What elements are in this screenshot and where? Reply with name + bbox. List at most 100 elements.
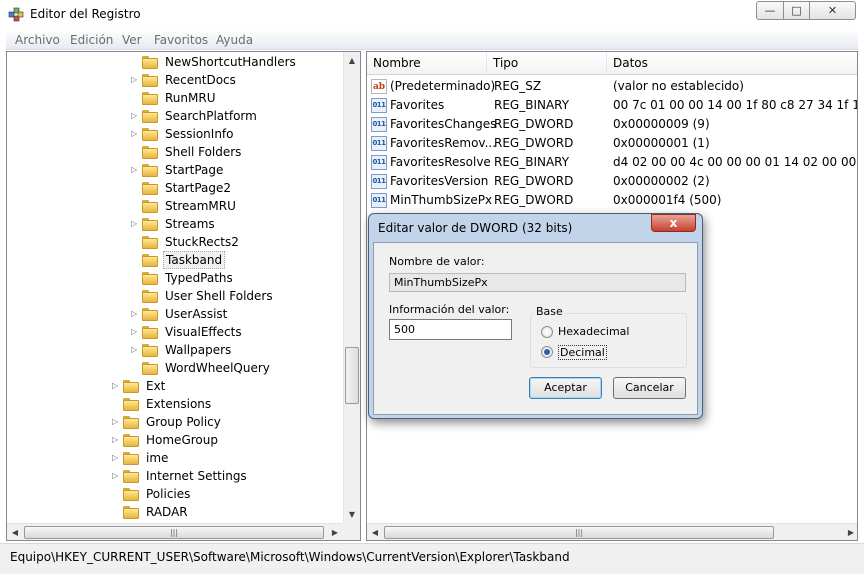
value-data: 00 7c 01 00 00 14 00 1f 80 c8 27 34 1f 1… <box>613 98 857 112</box>
expand-arrow-icon[interactable]: ▷ <box>131 341 141 359</box>
tree-item[interactable]: ▷ ime <box>112 449 332 467</box>
hexadecimal-radio-button[interactable] <box>541 326 553 338</box>
tree-horizontal-scrollbar[interactable]: ◀ ||| ▶ <box>7 523 343 540</box>
list-item[interactable]: 011 MinThumbSizePx REG_DWORD 0x000001f4 (50… <box>367 191 857 210</box>
menu-archivo[interactable]: Archivo <box>15 33 60 47</box>
expand-arrow-icon[interactable]: ▷ <box>112 377 122 395</box>
tree-item[interactable]: RunMRU <box>131 89 351 107</box>
column-header-nombre[interactable]: Nombre <box>367 52 487 75</box>
tree-item[interactable]: ▷ HomeGroup <box>112 431 332 449</box>
expand-arrow-icon[interactable]: ▷ <box>131 161 141 179</box>
menu-ayuda[interactable]: Ayuda <box>216 33 253 47</box>
expand-arrow-icon[interactable]: ▷ <box>131 215 141 233</box>
column-header-tipo[interactable]: Tipo <box>487 52 607 75</box>
tree-item[interactable]: ▷ Wallpapers <box>131 341 351 359</box>
tree-hscroll-thumb[interactable]: ||| <box>24 526 324 539</box>
tree-item[interactable]: ▷ RecentDocs <box>131 71 351 89</box>
accept-button[interactable]: Aceptar <box>529 377 602 399</box>
tree-item-label: TypedPaths <box>165 271 233 285</box>
list-horizontal-scrollbar[interactable]: ◀ ||| ▶ <box>367 523 857 540</box>
binary-value-icon: 011 <box>371 136 387 151</box>
folder-icon <box>123 398 139 411</box>
list-item[interactable]: 011 FavoritesRemov... REG_DWORD 0x00000001 … <box>367 134 857 153</box>
tree-scroll-thumb[interactable] <box>345 347 359 404</box>
value-data: 0x000001f4 (500) <box>613 193 722 207</box>
expand-arrow-icon[interactable]: ▷ <box>112 467 122 485</box>
tree-item[interactable]: Extensions <box>112 395 332 413</box>
scroll-right-arrow-icon[interactable]: ▶ <box>843 524 857 540</box>
value-name: FavoritesChanges <box>390 117 497 131</box>
tree-item[interactable]: Policies <box>112 485 332 503</box>
list-item[interactable]: 011 FavoritesChanges REG_DWORD 0x00000009 (… <box>367 115 857 134</box>
expand-arrow-icon[interactable]: ▷ <box>112 449 122 467</box>
expand-arrow-icon[interactable]: ▷ <box>131 107 141 125</box>
tree-item-label: UserAssist <box>165 307 228 321</box>
cancel-button[interactable]: Cancelar <box>613 377 686 399</box>
value-type: REG_DWORD <box>494 117 574 131</box>
list-hscroll-thumb[interactable]: ||| <box>384 526 774 539</box>
tree-item[interactable]: WordWheelQuery <box>131 359 351 377</box>
folder-icon <box>142 362 158 375</box>
scroll-up-arrow-icon[interactable]: ▲ <box>344 52 360 69</box>
list-item[interactable]: 011 FavoritesResolve REG_BINARY d4 02 00 00… <box>367 153 857 172</box>
value-data-input[interactable]: 500 <box>389 319 512 340</box>
tree-item-label: StreamMRU <box>165 199 236 213</box>
minimize-button[interactable]: — <box>756 1 784 20</box>
scroll-left-arrow-icon[interactable]: ◀ <box>367 524 383 540</box>
value-type: REG_SZ <box>494 79 542 93</box>
status-bar: Equipo\HKEY_CURRENT_USER\Software\Micros… <box>0 543 864 574</box>
tree-item-label: Streams <box>165 217 215 231</box>
column-header-datos[interactable]: Datos <box>607 52 857 75</box>
menu-bar: Archivo Edición Ver Favoritos Ayuda <box>6 31 858 50</box>
tree-item[interactable]: ▷ Ext <box>112 377 332 395</box>
scroll-left-arrow-icon[interactable]: ◀ <box>7 524 23 540</box>
menu-edicion[interactable]: Edición <box>70 33 113 47</box>
registry-tree[interactable]: NewShortcutHandlers ▷ RecentDocs RunMRU ▷ Sea… <box>6 51 361 541</box>
folder-icon <box>142 128 158 141</box>
list-item[interactable]: 011 Favorites REG_BINARY 00 7c 01 00 00 14 … <box>367 96 857 115</box>
expand-arrow-icon[interactable]: ▷ <box>131 305 141 323</box>
scroll-right-arrow-icon[interactable]: ▶ <box>327 524 343 540</box>
scroll-down-arrow-icon[interactable]: ▼ <box>344 506 360 523</box>
dialog-title: Editar valor de DWORD (32 bits) <box>378 221 573 235</box>
tree-item[interactable]: ▷ Streams <box>131 215 351 233</box>
expand-arrow-icon[interactable]: ▷ <box>131 71 141 89</box>
tree-item-selected[interactable]: Taskband <box>131 251 351 269</box>
tree-item-label: Ext <box>146 379 166 393</box>
list-item[interactable]: 011 FavoritesVersion REG_DWORD 0x00000002 (… <box>367 172 857 191</box>
tree-item[interactable]: Shell Folders <box>131 143 351 161</box>
tree-item[interactable]: ▷ SearchPlatform <box>131 107 351 125</box>
tree-item[interactable]: ▷ StartPage <box>131 161 351 179</box>
tree-item[interactable]: NewShortcutHandlers <box>131 53 351 71</box>
close-button[interactable]: ✕ <box>809 1 856 20</box>
tree-item[interactable]: ▷ VisualEffects <box>131 323 351 341</box>
tree-item[interactable]: StuckRects2 <box>131 233 351 251</box>
expand-arrow-icon[interactable]: ▷ <box>131 323 141 341</box>
tree-item[interactable]: TypedPaths <box>131 269 351 287</box>
maximize-button[interactable]: □ <box>783 1 810 20</box>
hexadecimal-label[interactable]: Hexadecimal <box>558 325 629 338</box>
decimal-label[interactable]: Decimal <box>558 345 607 360</box>
folder-icon <box>142 56 158 69</box>
dialog-close-button[interactable]: x <box>651 214 696 232</box>
tree-item[interactable]: StartPage2 <box>131 179 351 197</box>
list-item[interactable]: ab (Predeterminado) REG_SZ (valor no establ… <box>367 77 857 96</box>
menu-ver[interactable]: Ver <box>122 33 142 47</box>
tree-item[interactable]: RADAR <box>112 503 332 521</box>
tree-item[interactable]: ▷ SessionInfo <box>131 125 351 143</box>
tree-vertical-scrollbar[interactable]: ▲ ▼ <box>343 52 360 523</box>
tree-item[interactable]: StreamMRU <box>131 197 351 215</box>
decimal-radio-button[interactable] <box>541 346 553 358</box>
folder-icon <box>142 164 158 177</box>
tree-item[interactable]: ▷ UserAssist <box>131 305 351 323</box>
folder-icon <box>123 416 139 429</box>
value-data: 0x00000009 (9) <box>613 117 710 131</box>
expand-arrow-icon[interactable]: ▷ <box>112 431 122 449</box>
tree-item[interactable]: ▷ Internet Settings <box>112 467 332 485</box>
expand-arrow-icon[interactable]: ▷ <box>112 413 122 431</box>
value-name: Favorites <box>390 98 445 112</box>
expand-arrow-icon[interactable]: ▷ <box>131 125 141 143</box>
menu-favoritos[interactable]: Favoritos <box>154 33 208 47</box>
tree-item[interactable]: ▷ Group Policy <box>112 413 332 431</box>
tree-item[interactable]: User Shell Folders <box>131 287 351 305</box>
